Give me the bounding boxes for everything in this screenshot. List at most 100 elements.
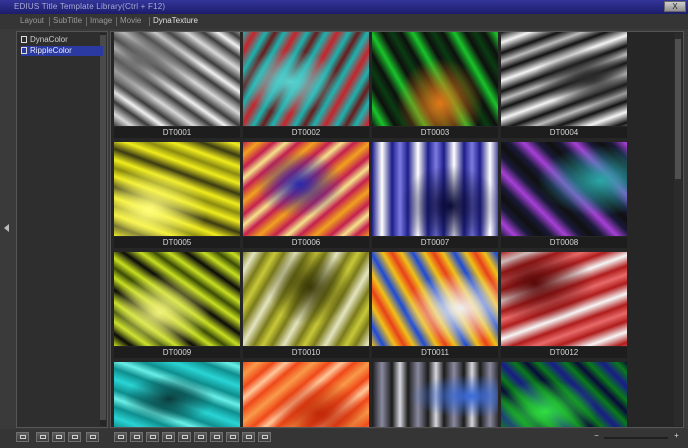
tab-layout[interactable]: Layout — [20, 16, 44, 25]
template-thumbnail[interactable] — [372, 362, 498, 427]
template-thumbnail[interactable] — [243, 362, 369, 427]
thumbnail-image — [501, 362, 627, 427]
template-thumbnail[interactable]: DT0007 — [372, 142, 498, 248]
template-library-window: EDIUS Title Template Library(Ctrl + F12)… — [0, 0, 688, 448]
thumbnail-label: DT0005 — [114, 237, 240, 248]
tool-1-icon — [19, 435, 26, 439]
tool-12-button[interactable] — [210, 432, 223, 442]
thumbnail-image — [501, 142, 627, 236]
tool-4-icon — [71, 435, 78, 439]
tool-5-button[interactable] — [86, 432, 99, 442]
thumbnail-image — [372, 142, 498, 236]
thumbnail-image — [114, 362, 240, 427]
tab-subtitle[interactable]: SubTitle — [53, 16, 82, 25]
thumbnail-image — [243, 252, 369, 346]
template-thumbnail[interactable] — [114, 362, 240, 427]
template-gallery: DT0001 DT0002 DT0003 DT0004 DT0005 DT0006 DT00… — [110, 31, 684, 428]
tree-item-label: DynaColor — [30, 35, 68, 44]
gallery-scroll-thumb[interactable] — [675, 39, 681, 179]
tool-1-button[interactable] — [16, 432, 29, 442]
thumbnail-image — [501, 252, 627, 346]
tree-item-dynacolor[interactable]: DynaColor — [21, 35, 103, 45]
tool-13-button[interactable] — [226, 432, 239, 442]
thumbnail-label: DT0001 — [114, 127, 240, 138]
zoom-slider[interactable] — [604, 437, 668, 439]
thumbnail-image — [372, 32, 498, 126]
thumbnail-label: DT0003 — [372, 127, 498, 138]
tool-8-button[interactable] — [146, 432, 159, 442]
tool-7-icon — [133, 435, 140, 439]
category-tree: DynaColor RippleColor — [16, 31, 108, 428]
thumbnail-image — [243, 362, 369, 427]
template-thumbnail[interactable]: DT0004 — [501, 32, 627, 138]
tool-6-button[interactable] — [114, 432, 127, 442]
tool-2-button[interactable] — [36, 432, 49, 442]
template-thumbnail[interactable]: DT0003 — [372, 32, 498, 138]
tool-9-icon — [165, 435, 172, 439]
thumbnail-label: DT0008 — [501, 237, 627, 248]
thumbnail-image — [114, 32, 240, 126]
tool-6-icon — [117, 435, 124, 439]
tool-5-icon — [89, 435, 96, 439]
tool-3-button[interactable] — [52, 432, 65, 442]
tool-10-button[interactable] — [178, 432, 191, 442]
tree-item-ripplecolor[interactable]: RippleColor — [21, 46, 103, 56]
tool-15-icon — [261, 435, 268, 439]
tab-separator — [49, 17, 50, 26]
tool-11-button[interactable] — [194, 432, 207, 442]
tool-14-button[interactable] — [242, 432, 255, 442]
tab-bar: Layout SubTitle Image Movie DynaTexture — [0, 14, 688, 29]
zoom-out-icon[interactable]: − — [592, 431, 601, 440]
folder-icon — [21, 47, 27, 54]
template-thumbnail[interactable]: DT0008 — [501, 142, 627, 248]
tree-scroll-thumb[interactable] — [100, 35, 106, 420]
tab-dynatexture[interactable]: DynaTexture — [153, 16, 198, 25]
close-button[interactable]: X — [664, 1, 686, 12]
template-thumbnail[interactable]: DT0005 — [114, 142, 240, 248]
thumbnail-image — [114, 252, 240, 346]
collapse-arrow-icon[interactable] — [4, 224, 9, 232]
template-thumbnail[interactable]: DT0009 — [114, 252, 240, 358]
tab-separator — [116, 17, 117, 26]
thumbnail-image — [243, 32, 369, 126]
tool-15-button[interactable] — [258, 432, 271, 442]
template-thumbnail[interactable]: DT0001 — [114, 32, 240, 138]
tool-3-icon — [55, 435, 62, 439]
title-bar[interactable]: EDIUS Title Template Library(Ctrl + F12)… — [0, 0, 688, 14]
tool-4-button[interactable] — [68, 432, 81, 442]
thumbnail-image — [372, 252, 498, 346]
template-thumbnail[interactable]: DT0011 — [372, 252, 498, 358]
tool-8-icon — [149, 435, 156, 439]
tool-14-icon — [245, 435, 252, 439]
thumbnail-label: DT0006 — [243, 237, 369, 248]
template-thumbnail[interactable]: DT0002 — [243, 32, 369, 138]
thumbnail-label: DT0010 — [243, 347, 369, 358]
thumbnail-image — [372, 362, 498, 427]
tree-item-label: RippleColor — [30, 46, 72, 55]
tool-11-icon — [197, 435, 204, 439]
template-thumbnail[interactable] — [501, 362, 627, 427]
bottom-toolbar — [0, 429, 688, 448]
thumbnail-label: DT0004 — [501, 127, 627, 138]
gallery-scrollbar[interactable] — [674, 33, 682, 426]
template-thumbnail[interactable]: DT0012 — [501, 252, 627, 358]
thumbnail-image — [114, 142, 240, 236]
tab-separator — [86, 17, 87, 26]
window-title: EDIUS Title Template Library(Ctrl + F12) — [14, 2, 166, 11]
tree-scrollbar[interactable] — [100, 33, 106, 426]
tool-10-icon — [181, 435, 188, 439]
tab-image[interactable]: Image — [90, 16, 112, 25]
thumbnail-label: DT0009 — [114, 347, 240, 358]
zoom-in-icon[interactable]: + — [672, 431, 681, 440]
tab-movie[interactable]: Movie — [120, 16, 141, 25]
thumbnail-label: DT0002 — [243, 127, 369, 138]
tool-13-icon — [229, 435, 236, 439]
folder-icon — [21, 36, 27, 43]
tool-2-icon — [39, 435, 46, 439]
thumbnail-label: DT0007 — [372, 237, 498, 248]
tool-7-button[interactable] — [130, 432, 143, 442]
template-thumbnail[interactable]: DT0010 — [243, 252, 369, 358]
template-thumbnail[interactable]: DT0006 — [243, 142, 369, 248]
thumbnail-image — [243, 142, 369, 236]
tool-9-button[interactable] — [162, 432, 175, 442]
